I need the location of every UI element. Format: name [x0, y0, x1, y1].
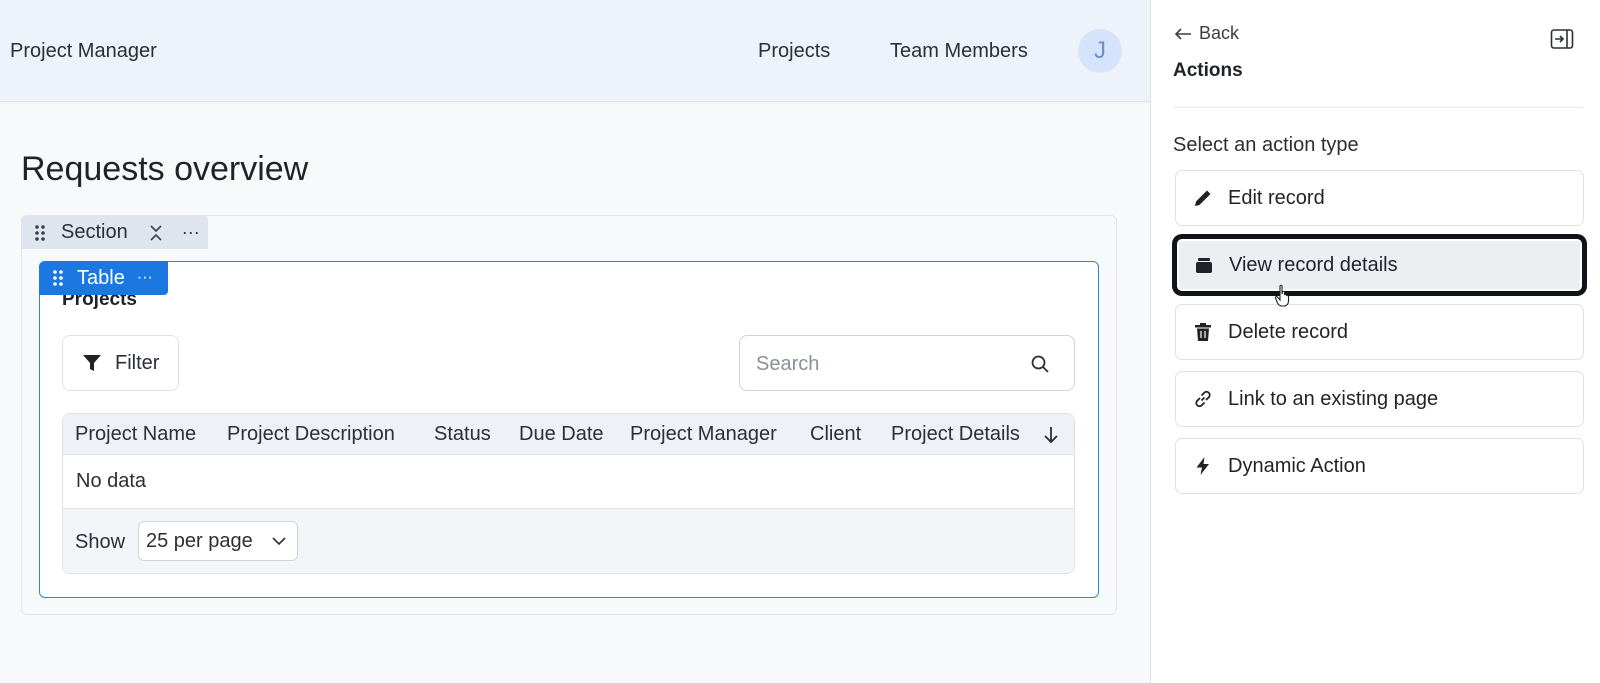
show-label: Show: [75, 531, 126, 553]
per-page-value: 25 per page: [146, 529, 253, 552]
trash-icon: [1195, 323, 1211, 341]
back-link[interactable]: Back: [1173, 23, 1239, 44]
column-header-client[interactable]: Client: [810, 423, 861, 446]
record-stack-icon: [1196, 258, 1212, 273]
app-title[interactable]: Project Manager: [10, 40, 157, 63]
column-header-project-manager[interactable]: Project Manager: [630, 423, 777, 446]
column-header-due-date[interactable]: Due Date: [519, 423, 604, 446]
action-link-existing-page[interactable]: Link to an existing page: [1175, 371, 1584, 427]
top-navigation: Project Manager Projects Team Members J: [0, 0, 1150, 102]
section-label: Section: [61, 221, 128, 243]
table-header-row: Project Name Project Description Status …: [63, 414, 1074, 455]
section-toolbar[interactable]: Section ···: [21, 216, 208, 249]
close-panel-icon[interactable]: [1550, 28, 1574, 50]
user-avatar[interactable]: J: [1078, 29, 1122, 73]
column-header-status[interactable]: Status: [434, 423, 491, 446]
action-label: Dynamic Action: [1228, 454, 1366, 477]
back-label: Back: [1199, 23, 1240, 43]
arrow-left-icon: [1174, 27, 1191, 40]
nav-link-team-members[interactable]: Team Members: [890, 40, 1028, 63]
column-header-project-description[interactable]: Project Description: [227, 423, 395, 446]
search-input[interactable]: [756, 350, 1016, 378]
action-delete-record[interactable]: Delete record: [1175, 304, 1584, 360]
panel-title: Actions: [1173, 60, 1243, 81]
search-icon[interactable]: [1029, 353, 1051, 375]
action-view-record-details[interactable]: View record details: [1175, 237, 1584, 293]
collapse-icon[interactable]: [148, 223, 164, 243]
drag-handle-icon[interactable]: [33, 223, 47, 243]
link-icon: [1195, 390, 1211, 408]
action-label: Link to an existing page: [1228, 387, 1439, 410]
action-label: Delete record: [1228, 320, 1349, 343]
lightning-icon: [1196, 457, 1209, 475]
action-edit-record[interactable]: Edit record: [1175, 170, 1584, 226]
panel-divider: [1173, 107, 1583, 108]
column-header-project-details[interactable]: Project Details: [891, 423, 1020, 446]
table-toolbar[interactable]: Table ···: [39, 261, 168, 295]
action-dynamic-action[interactable]: Dynamic Action: [1175, 438, 1584, 494]
action-label: View record details: [1229, 253, 1398, 276]
more-dots-icon[interactable]: ···: [182, 222, 200, 243]
sort-arrow-down-icon[interactable]: [1041, 424, 1061, 446]
app-canvas: Project Manager Projects Team Members J …: [0, 0, 1150, 683]
filter-label: Filter: [115, 351, 160, 374]
data-table: Project Name Project Description Status …: [62, 413, 1075, 574]
nav-link-projects[interactable]: Projects: [758, 40, 830, 63]
more-dots-icon[interactable]: ···: [137, 269, 153, 287]
empty-state-row: No data: [63, 455, 1074, 509]
panel-subtitle: Select an action type: [1173, 134, 1359, 156]
column-header-project-name[interactable]: Project Name: [75, 423, 196, 446]
filter-button[interactable]: Filter: [62, 335, 179, 391]
filter-funnel-icon: [83, 355, 101, 371]
per-page-select[interactable]: 25 per page: [138, 521, 298, 561]
chevron-down-icon: [272, 537, 286, 546]
pointer-hand-cursor-icon: [1274, 284, 1290, 307]
search-field[interactable]: [739, 335, 1075, 391]
drag-handle-icon[interactable]: [51, 268, 65, 288]
empty-state-text: No data: [76, 470, 147, 492]
table-label: Table: [77, 266, 125, 289]
action-label: Edit record: [1228, 186, 1325, 209]
actions-panel: Back Actions Select an action type Edit …: [1150, 0, 1600, 683]
page-title[interactable]: Requests overview: [21, 150, 308, 189]
pencil-icon: [1195, 190, 1211, 206]
pagination-bar: Show 25 per page: [63, 509, 1074, 573]
